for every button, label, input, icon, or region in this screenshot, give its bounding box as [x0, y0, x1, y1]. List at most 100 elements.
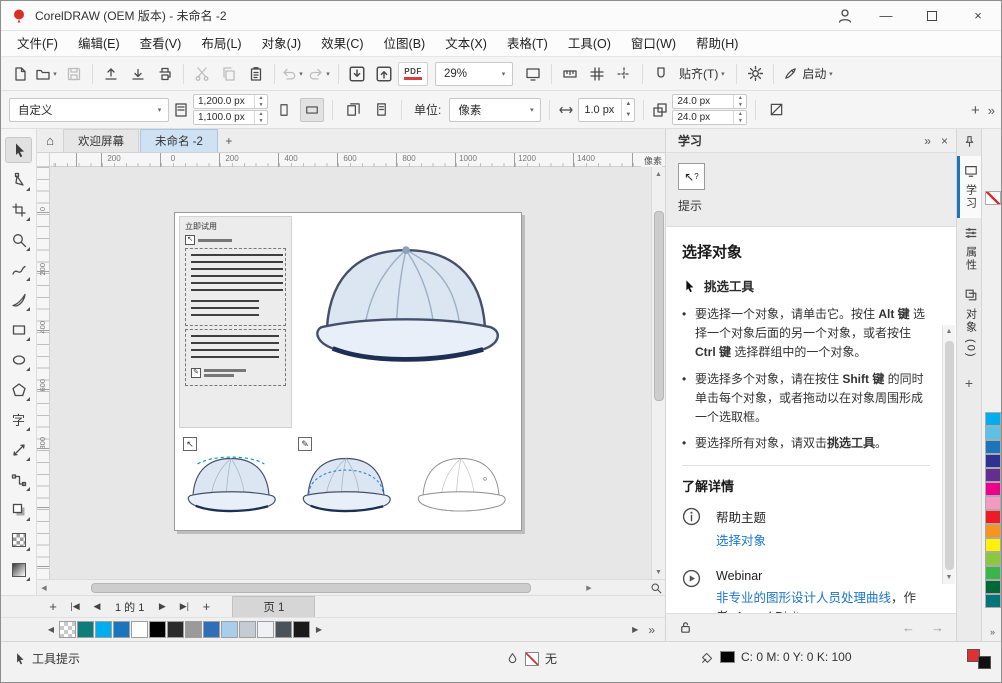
color-swatch[interactable]	[95, 621, 112, 638]
scroll-up-icon[interactable]: ▲	[652, 167, 666, 181]
color-swatch[interactable]	[257, 621, 274, 638]
close-button[interactable]: ×	[955, 1, 1001, 30]
color-swatch[interactable]	[985, 510, 1001, 524]
tab-untitled-document[interactable]: 未命名 -2	[140, 129, 218, 152]
template-text-panel[interactable]: 立即试用 ↖ ✎	[179, 216, 292, 428]
add-page-button[interactable]: +	[43, 597, 63, 617]
tab-welcome-screen[interactable]: 欢迎屏幕	[63, 129, 139, 152]
freehand-tool[interactable]	[5, 257, 32, 283]
color-swatch[interactable]	[221, 621, 238, 638]
drawing-canvas[interactable]: 立即试用 ↖ ✎	[50, 167, 651, 579]
rectangle-tool[interactable]	[5, 317, 32, 343]
palette-flyout-icon[interactable]: »	[648, 623, 655, 637]
color-swatch[interactable]	[239, 621, 256, 638]
cap-artwork-small-2[interactable]	[295, 447, 397, 527]
all-pages-button[interactable]	[341, 98, 365, 122]
import-button[interactable]	[344, 61, 370, 87]
dup-y-down-icon[interactable]: ▼	[734, 118, 746, 125]
show-guidelines-button[interactable]	[611, 61, 637, 87]
show-rulers-button[interactable]	[557, 61, 583, 87]
account-button[interactable]	[827, 1, 863, 30]
cloud-upload-button[interactable]	[98, 61, 124, 87]
hint-tool-button[interactable]: ↖?	[678, 163, 705, 190]
ruler-origin-corner[interactable]	[37, 153, 50, 167]
snap-toggle-button[interactable]	[648, 61, 674, 87]
nudge-down-icon[interactable]: ▼	[622, 110, 634, 121]
docker-collapse-icon[interactable]: »	[924, 134, 931, 148]
zoom-level-combobox[interactable]: 29% ▾	[435, 62, 513, 86]
show-grid-button[interactable]	[584, 61, 610, 87]
color-swatch[interactable]	[985, 538, 1001, 552]
pick-tool[interactable]	[5, 137, 32, 163]
portrait-orientation-button[interactable]	[272, 98, 296, 122]
color-swatch[interactable]	[149, 621, 166, 638]
crop-tool[interactable]	[5, 197, 32, 223]
palette-scroll-right-icon[interactable]: ▶	[311, 625, 327, 634]
docker-scroll-thumb[interactable]	[945, 341, 954, 570]
undo-button[interactable]: ▾	[280, 61, 306, 87]
scroll-left-icon[interactable]: ◀	[37, 581, 51, 595]
color-swatch[interactable]	[985, 496, 1001, 510]
color-swatch[interactable]	[167, 621, 184, 638]
cap-artwork-small-3[interactable]	[410, 447, 512, 527]
color-swatch[interactable]	[203, 621, 220, 638]
docker-scroll-down-icon[interactable]: ▼	[942, 570, 956, 584]
dimension-tool[interactable]	[5, 437, 32, 463]
page-1-tab[interactable]: 页 1	[232, 596, 315, 617]
print-button[interactable]	[152, 61, 178, 87]
copy-button[interactable]	[216, 61, 242, 87]
docker-close-icon[interactable]: ×	[941, 134, 948, 148]
redo-button[interactable]: ▾	[307, 61, 333, 87]
last-page-button[interactable]: ▶|	[174, 597, 194, 617]
add-page-button-2[interactable]: +	[196, 597, 216, 617]
menu-item-edit[interactable]: 编辑(E)	[68, 31, 130, 57]
paste-button[interactable]	[243, 61, 269, 87]
horizontal-scrollbar[interactable]: ◀ ▶	[37, 579, 665, 595]
zoom-tool[interactable]	[5, 227, 32, 253]
transparency-tool[interactable]	[5, 527, 32, 553]
cap-artwork-small-1[interactable]	[180, 447, 282, 527]
color-swatch[interactable]	[131, 621, 148, 638]
duplicate-y-spinner[interactable]: 24.0 px ▲▼	[672, 110, 747, 125]
color-swatch[interactable]	[985, 440, 1001, 454]
vertical-ruler[interactable]: 0 200 400 600 800	[37, 167, 50, 579]
duplicate-x-spinner[interactable]: 24.0 px ▲▼	[672, 94, 747, 109]
color-swatch[interactable]	[985, 552, 1001, 566]
menu-item-view[interactable]: 查看(V)	[130, 31, 192, 57]
menu-item-layout[interactable]: 布局(L)	[191, 31, 251, 57]
home-button[interactable]: ⌂	[37, 129, 63, 152]
save-button[interactable]	[61, 61, 87, 87]
color-swatch[interactable]	[985, 580, 1001, 594]
drawing-page[interactable]: 立即试用 ↖ ✎	[174, 212, 522, 531]
height-down-icon[interactable]: ▼	[255, 118, 267, 125]
color-swatch[interactable]	[113, 621, 130, 638]
fullscreen-preview-button[interactable]	[520, 61, 546, 87]
previous-page-button[interactable]: ◀	[87, 597, 107, 617]
options-button[interactable]	[742, 61, 768, 87]
open-button[interactable]: ▾	[34, 61, 60, 87]
launch-menu-button[interactable]: 启动 ▾	[779, 61, 839, 87]
color-swatch[interactable]	[985, 426, 1001, 440]
menu-item-effects[interactable]: 效果(C)	[311, 31, 373, 57]
hint-back-icon[interactable]: ←	[902, 620, 915, 635]
publish-to-pdf-button[interactable]: PDF	[398, 62, 428, 86]
landscape-orientation-button[interactable]	[300, 98, 324, 122]
text-placeholder-box[interactable]	[185, 248, 286, 326]
menu-item-text[interactable]: 文本(X)	[435, 31, 497, 57]
color-swatch[interactable]	[985, 454, 1001, 468]
treat-as-filled-button[interactable]	[764, 98, 788, 122]
horizontal-scroll-thumb[interactable]	[91, 583, 531, 593]
connector-tool[interactable]	[5, 467, 32, 493]
docker-tab-objects[interactable]: 对象 (0)	[957, 280, 981, 367]
polygon-tool[interactable]	[5, 377, 32, 403]
webinar-link[interactable]: 非专业的图形设计人员处理曲线	[716, 591, 891, 605]
palette-flyout-icon[interactable]: »	[990, 627, 995, 637]
docker-scroll-up-icon[interactable]: ▲	[942, 325, 956, 339]
color-swatch[interactable]	[985, 412, 1001, 426]
drop-shadow-tool[interactable]	[5, 497, 32, 523]
vertical-scroll-thumb[interactable]	[654, 211, 664, 401]
propbar-overflow-button[interactable]: »	[988, 103, 995, 118]
cap-artwork-large[interactable]	[300, 221, 512, 393]
menu-item-help[interactable]: 帮助(H)	[686, 31, 748, 57]
no-fill-swatch[interactable]	[985, 191, 1001, 205]
